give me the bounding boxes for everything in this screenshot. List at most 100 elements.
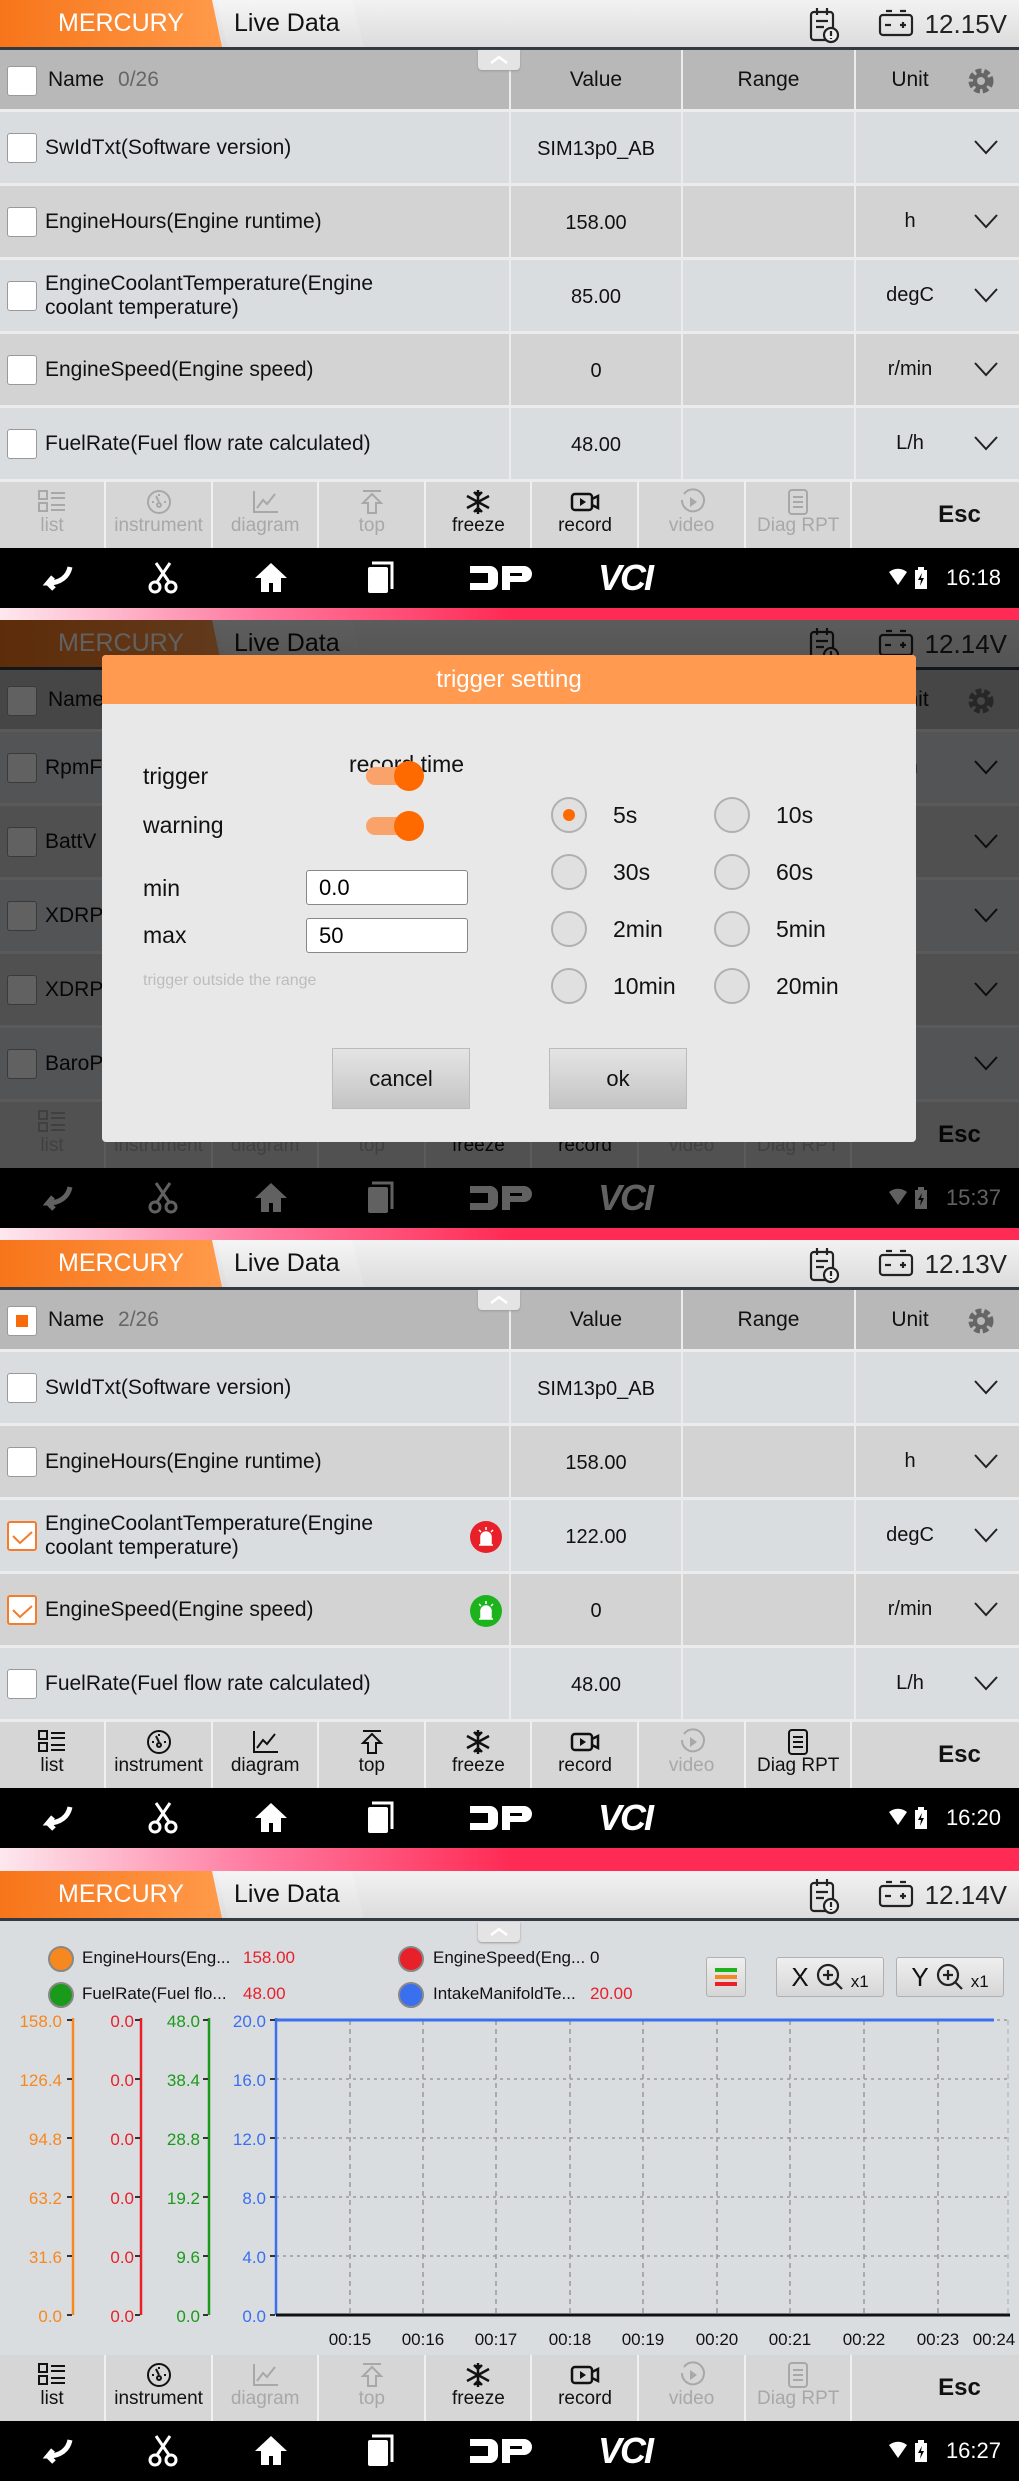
row-expand-button[interactable] xyxy=(972,138,1000,161)
row-expand-button[interactable] xyxy=(972,1526,1000,1549)
record-time-radio-10s[interactable] xyxy=(714,797,750,833)
row-checkbox[interactable] xyxy=(7,355,37,385)
series-select-button[interactable] xyxy=(706,1957,746,1997)
record-time-option-label[interactable]: 30s xyxy=(613,859,650,886)
toolbar-list-button[interactable]: list xyxy=(0,1722,106,1788)
cancel-button[interactable]: cancel xyxy=(332,1048,470,1109)
row-expand-button[interactable] xyxy=(972,1674,1000,1697)
toolbar-instrument-button[interactable]: instrument xyxy=(107,1722,213,1788)
record-time-option-label[interactable]: 60s xyxy=(776,859,813,886)
toolbar-instrument-button[interactable]: instrument xyxy=(107,482,213,548)
toolbar-diag_rpt-button[interactable]: Diag RPT xyxy=(746,482,853,548)
row-checkbox[interactable] xyxy=(7,1521,37,1551)
table-row[interactable]: EngineHours(Engine runtime) 158.00 h xyxy=(0,186,1019,260)
row-checkbox[interactable] xyxy=(7,1447,37,1477)
row-checkbox[interactable] xyxy=(7,133,37,163)
x-zoom-button[interactable]: Xx1 xyxy=(776,1957,884,1997)
row-expand-button[interactable] xyxy=(972,212,1000,235)
vci-button[interactable]: VCI xyxy=(598,2421,654,2481)
scissors-button[interactable] xyxy=(144,1788,182,1848)
record-time-radio-2min[interactable] xyxy=(551,911,587,947)
table-row[interactable]: EngineSpeed(Engine speed) 0 r/min xyxy=(0,334,1019,408)
toolbar-record-button[interactable]: record xyxy=(533,2355,639,2421)
max-input[interactable] xyxy=(306,918,468,953)
record-time-option-label[interactable]: 10min xyxy=(613,973,676,1000)
live-data-chart[interactable]: 0.0 31.6 63.2 94.8 126.4 158.0 0.0 0.0 0.0 0.0 0.0… xyxy=(0,2010,1019,2350)
row-checkbox[interactable] xyxy=(7,1373,37,1403)
record-time-radio-30s[interactable] xyxy=(551,854,587,890)
record-time-option-label[interactable]: 5s xyxy=(613,802,637,829)
record-time-option-label[interactable]: 5min xyxy=(776,916,826,943)
calendar-alert-icon-wrap[interactable] xyxy=(808,6,840,49)
home-button[interactable] xyxy=(252,2421,290,2481)
toolbar-video-button[interactable]: video xyxy=(640,482,746,548)
trigger-toggle[interactable] xyxy=(366,761,424,791)
row-expand-button[interactable] xyxy=(972,1378,1000,1401)
row-checkbox[interactable] xyxy=(7,1669,37,1699)
table-row[interactable]: FuelRate(Fuel flow rate calculated) 48.00… xyxy=(0,1648,1019,1722)
record-time-option-label[interactable]: 20min xyxy=(776,973,839,1000)
toolbar-diag_rpt-button[interactable]: Diag RPT xyxy=(746,1722,853,1788)
record-time-radio-20min[interactable] xyxy=(714,968,750,1004)
dp-button[interactable]: DP xyxy=(468,548,532,608)
dp-button[interactable]: DP xyxy=(468,2421,532,2481)
esc-button[interactable]: Esc xyxy=(900,1722,1019,1788)
toolbar-top-button[interactable]: top xyxy=(320,482,426,548)
row-expand-button[interactable] xyxy=(972,286,1000,309)
table-row[interactable]: FuelRate(Fuel flow rate calculated) 48.00… xyxy=(0,408,1019,482)
live-data-tab[interactable]: Live Data xyxy=(216,1240,364,1287)
toolbar-diagram-button[interactable]: diagram xyxy=(213,1722,320,1788)
toolbar-record-button[interactable]: record xyxy=(533,482,639,548)
y-zoom-button[interactable]: Yx1 xyxy=(896,1957,1004,1997)
collapse-panel-button[interactable] xyxy=(478,50,520,70)
record-time-radio-5s[interactable] xyxy=(551,797,587,833)
table-row[interactable]: SwIdTxt(Software version) SIM13p0_AB xyxy=(0,1352,1019,1426)
row-expand-button[interactable] xyxy=(972,360,1000,383)
calendar-alert-icon[interactable] xyxy=(808,6,840,44)
toolbar-diag_rpt-button[interactable]: Diag RPT xyxy=(746,2355,853,2421)
live-data-tab[interactable]: Live Data xyxy=(216,0,364,47)
live-data-tab[interactable]: Live Data xyxy=(216,1871,364,1918)
toolbar-list-button[interactable]: list xyxy=(0,2355,106,2421)
brand-tab[interactable]: MERCURY xyxy=(0,1871,222,1918)
table-row[interactable]: EngineCoolantTemperature(Engine coolant … xyxy=(0,1500,1019,1574)
calendar-alert-icon-wrap[interactable] xyxy=(808,1246,840,1289)
select-all-checkbox[interactable] xyxy=(7,1306,37,1336)
toolbar-freeze-button[interactable]: freeze xyxy=(426,1722,533,1788)
toolbar-video-button[interactable]: video xyxy=(640,1722,746,1788)
back-button[interactable] xyxy=(36,1788,74,1848)
calendar-alert-icon[interactable] xyxy=(808,1246,840,1284)
vci-button[interactable]: VCI xyxy=(598,1788,654,1848)
record-time-radio-10min[interactable] xyxy=(551,968,587,1004)
toolbar-instrument-button[interactable]: instrument xyxy=(107,2355,213,2421)
ok-button[interactable]: ok xyxy=(549,1048,687,1109)
esc-button[interactable]: Esc xyxy=(900,2355,1019,2421)
toolbar-list-button[interactable]: list xyxy=(0,482,106,548)
recent-apps-button[interactable] xyxy=(360,2421,398,2481)
toolbar-top-button[interactable]: top xyxy=(320,1722,426,1788)
table-row[interactable]: EngineCoolantTemperature(Engine coolant … xyxy=(0,260,1019,334)
table-row[interactable]: SwIdTxt(Software version) SIM13p0_AB xyxy=(0,112,1019,186)
back-button[interactable] xyxy=(36,2421,74,2481)
row-expand-button[interactable] xyxy=(972,1600,1000,1623)
collapse-panel-button[interactable] xyxy=(478,1922,520,1942)
dp-button[interactable]: DP xyxy=(468,1788,532,1848)
record-time-option-label[interactable]: 10s xyxy=(776,802,813,829)
toolbar-freeze-button[interactable]: freeze xyxy=(426,482,533,548)
row-checkbox[interactable] xyxy=(7,1595,37,1625)
column-settings-button[interactable] xyxy=(966,1306,996,1341)
recent-apps-button[interactable] xyxy=(360,1788,398,1848)
table-row[interactable]: EngineSpeed(Engine speed) 0 r/min xyxy=(0,1574,1019,1648)
table-row[interactable]: EngineHours(Engine runtime) 158.00 h xyxy=(0,1426,1019,1500)
home-button[interactable] xyxy=(252,1788,290,1848)
toolbar-record-button[interactable]: record xyxy=(533,1722,639,1788)
toolbar-diagram-button[interactable]: diagram xyxy=(213,482,320,548)
select-all-checkbox[interactable] xyxy=(7,66,37,96)
calendar-alert-icon[interactable] xyxy=(808,1877,840,1915)
collapse-panel-button[interactable] xyxy=(478,1290,520,1310)
column-settings-button[interactable] xyxy=(966,66,996,101)
record-time-radio-60s[interactable] xyxy=(714,854,750,890)
row-checkbox[interactable] xyxy=(7,207,37,237)
toolbar-diagram-button[interactable]: diagram xyxy=(213,2355,320,2421)
toolbar-top-button[interactable]: top xyxy=(320,2355,426,2421)
